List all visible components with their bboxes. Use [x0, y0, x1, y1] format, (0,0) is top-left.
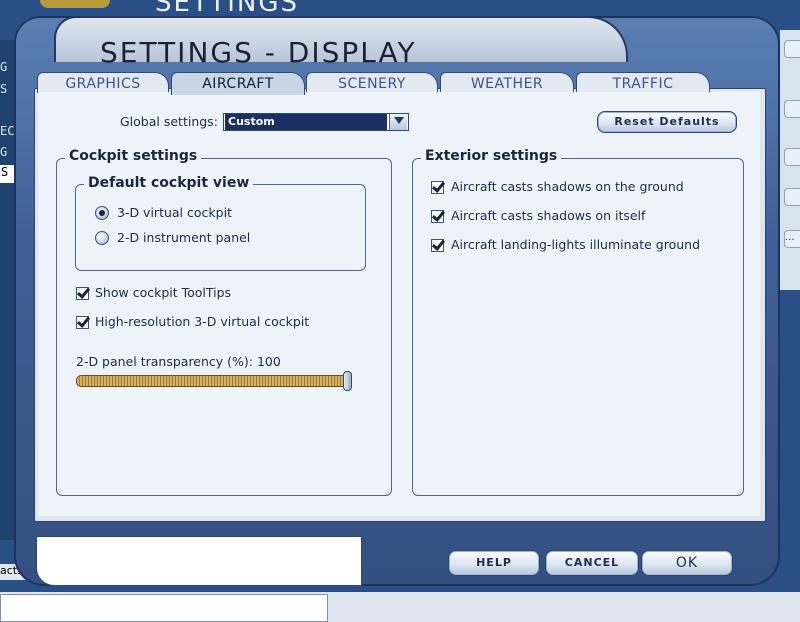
- background-menu-item[interactable]: G: [0, 145, 14, 159]
- shadows-on-ground-checkbox[interactable]: [431, 181, 444, 194]
- shadows-on-itself-checkbox[interactable]: [431, 210, 444, 223]
- panel-transparency-label: 2-D panel transparency (%): 100: [76, 354, 281, 369]
- global-settings-label: Global settings:: [120, 114, 218, 129]
- background-menu-item[interactable]: G: [0, 60, 14, 74]
- hires-virtual-cockpit-checkbox[interactable]: [76, 316, 89, 329]
- exterior-settings-title: Exterior settings: [421, 148, 562, 164]
- background-menu-item[interactable]: EC: [0, 124, 14, 138]
- background-right-button[interactable]: [784, 40, 800, 58]
- panel-transparency-slider[interactable]: [76, 375, 352, 387]
- default-cockpit-view-group: [75, 184, 366, 271]
- show-tooltips-label[interactable]: Show cockpit ToolTips: [95, 285, 231, 300]
- help-button[interactable]: HELP: [448, 550, 540, 576]
- show-tooltips-checkbox[interactable]: [76, 287, 89, 300]
- background-menu-item[interactable]: S: [0, 82, 14, 96]
- tab-graphics[interactable]: GRAPHICS: [37, 72, 169, 93]
- panel-transparency-slider-handle[interactable]: [343, 371, 352, 391]
- global-settings-value[interactable]: Custom: [225, 114, 387, 130]
- hires-virtual-cockpit-label[interactable]: High-resolution 3-D virtual cockpit: [95, 314, 309, 329]
- dialog-title: SETTINGS - DISPLAY: [100, 36, 417, 69]
- background-right-button-more[interactable]: ...: [784, 230, 800, 248]
- default-cockpit-view-title: Default cockpit view: [84, 175, 254, 191]
- tab-traffic[interactable]: TRAFFIC: [576, 72, 710, 93]
- background-bottom-field: [0, 594, 328, 622]
- background-menu-item-selected[interactable]: S: [0, 165, 15, 183]
- tab-weather[interactable]: WEATHER: [440, 72, 574, 93]
- status-message-box: [36, 536, 362, 586]
- radio-3d-virtual-cockpit-label[interactable]: 3-D virtual cockpit: [117, 205, 232, 220]
- cancel-button[interactable]: CANCEL: [545, 550, 639, 576]
- tab-aircraft[interactable]: AIRCRAFT: [171, 72, 305, 95]
- chevron-down-icon[interactable]: [389, 114, 407, 130]
- background-left-menu: [0, 40, 14, 540]
- shadows-on-itself-label[interactable]: Aircraft casts shadows on itself: [451, 208, 645, 223]
- tab-scenery[interactable]: SCENERY: [306, 72, 438, 93]
- ok-button[interactable]: OK: [641, 550, 733, 576]
- radio-3d-virtual-cockpit[interactable]: [95, 206, 109, 220]
- shadows-on-ground-label[interactable]: Aircraft casts shadows on the ground: [451, 179, 684, 194]
- background-logo: [40, 0, 110, 8]
- background-right-button[interactable]: [784, 148, 800, 166]
- landing-lights-label[interactable]: Aircraft landing-lights illuminate groun…: [451, 237, 700, 252]
- radio-2d-instrument-panel-label[interactable]: 2-D instrument panel: [117, 230, 250, 245]
- reset-defaults-button[interactable]: Reset Defaults: [597, 111, 737, 133]
- radio-2d-instrument-panel[interactable]: [95, 231, 109, 245]
- background-right-button[interactable]: [784, 100, 800, 118]
- background-right-button[interactable]: [784, 188, 800, 206]
- cockpit-settings-title: Cockpit settings: [65, 148, 202, 164]
- landing-lights-checkbox[interactable]: [431, 239, 444, 252]
